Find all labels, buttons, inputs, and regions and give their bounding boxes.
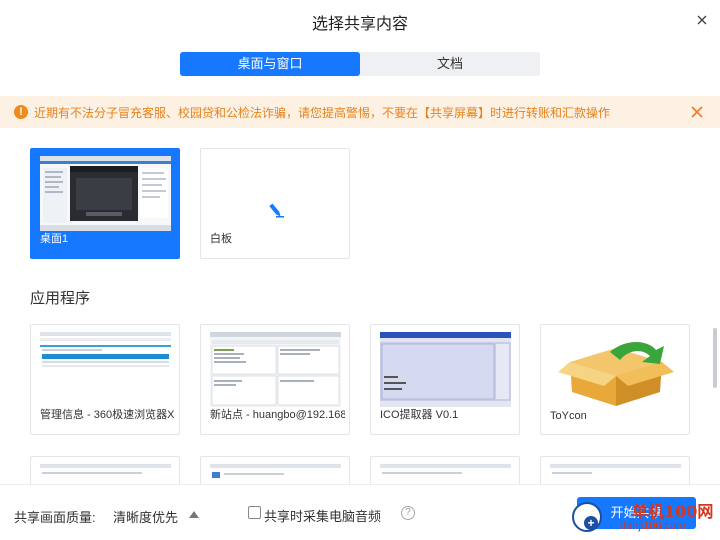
quality-label: 共享画面质量: <box>14 510 96 525</box>
desktop-card-label: 桌面1 <box>40 233 69 245</box>
share-type-tabs: 桌面与窗口 文档 <box>180 52 540 76</box>
desktop-thumbnail <box>40 156 171 231</box>
app-card-label: ToYcon <box>550 410 587 422</box>
whiteboard-card[interactable]: 白板 <box>200 148 350 259</box>
app-card-label: ICO提取器 V0.1 <box>380 409 459 421</box>
watermark-text: 单机100网 <box>632 502 714 521</box>
audio-checkbox-label[interactable]: 共享时采集电脑音频 <box>264 506 381 525</box>
app-thumbnail <box>210 332 341 407</box>
app-thumbnail <box>550 332 681 407</box>
watermark-url: danji100.com <box>620 520 686 532</box>
whiteboard-card-label: 白板 <box>210 233 232 245</box>
audio-checkbox[interactable] <box>248 506 261 519</box>
scrollbar-thumb[interactable] <box>713 328 717 388</box>
app-card-label: 新站点 - huangbo@192.168 <box>210 409 345 421</box>
warning-banner: ! 近期有不法分子冒充客服、校园贷和公检法诈骗，请您提高警惕，不要在【共享屏幕】… <box>0 96 720 128</box>
tab-desktop-window[interactable]: 桌面与窗口 <box>180 52 360 76</box>
watermark-logo-icon: + <box>572 502 602 532</box>
whiteboard-thumbnail <box>210 156 341 231</box>
tab-document[interactable]: 文档 <box>360 52 540 76</box>
applications-section-title: 应用程序 <box>30 290 91 307</box>
app-card-ftp[interactable]: 新站点 - huangbo@192.168 <box>200 324 350 435</box>
quality-select[interactable]: 清晰度优先 <box>113 507 178 526</box>
app-card-label: 管理信息 - 360极速浏览器X 2 <box>40 409 175 421</box>
warning-icon: ! <box>14 105 28 119</box>
app-thumbnail <box>380 332 511 407</box>
warning-close-icon[interactable] <box>690 105 704 119</box>
app-card-toycon[interactable]: ToYcon <box>540 324 690 435</box>
desktop-card-1[interactable]: 桌面1 <box>30 148 180 259</box>
app-card-ico[interactable]: ICO提取器 V0.1 <box>370 324 520 435</box>
app-card-browser[interactable]: 管理信息 - 360极速浏览器X 2 <box>30 324 180 435</box>
help-icon[interactable]: ? <box>401 506 415 520</box>
caret-up-icon[interactable] <box>189 511 199 518</box>
app-thumbnail <box>40 332 171 407</box>
warning-text: 近期有不法分子冒充客服、校园贷和公检法诈骗，请您提高警惕，不要在【共享屏幕】时进… <box>34 105 611 120</box>
close-icon[interactable] <box>694 12 710 28</box>
watermark: + 单机100网 danji100.com <box>568 496 720 540</box>
dialog-title: 选择共享内容 <box>311 16 408 33</box>
